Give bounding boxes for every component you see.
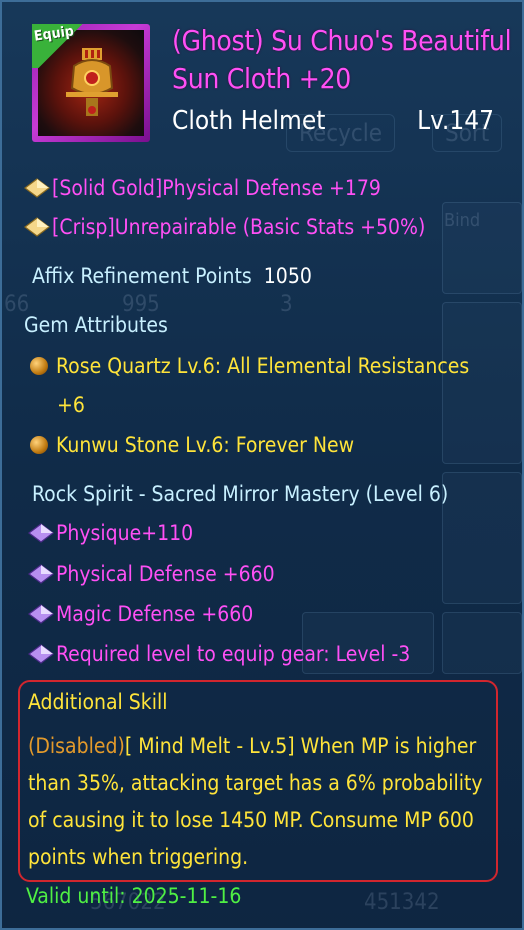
purple-diamond-icon bbox=[28, 564, 54, 584]
spirit-stat-text: Magic Defense +660 bbox=[56, 602, 254, 626]
background-count: 451342 bbox=[364, 890, 440, 915]
valid-until: Valid until: 2025-11-16 bbox=[26, 884, 242, 908]
base-stat-text: [Crisp]Unrepairable (Basic Stats +50%) bbox=[52, 215, 426, 239]
spirit-stat-text: Physique+110 bbox=[56, 521, 194, 545]
background-slot bbox=[442, 472, 522, 604]
skill-description-block: (Disabled)[ Mind Melt - Lv.5] When MP is… bbox=[28, 728, 498, 876]
spirit-stat-line: Magic Defense +660 bbox=[28, 602, 253, 626]
spirit-section-header: Rock Spirit - Sacred Mirror Mastery (Lev… bbox=[32, 482, 449, 506]
gem-text: Kunwu Stone Lv.6: Forever New bbox=[56, 433, 355, 457]
spirit-stat-line: Physique+110 bbox=[28, 521, 193, 545]
equip-badge: Equip bbox=[32, 23, 88, 68]
background-bind-label: Bind bbox=[444, 210, 481, 231]
gem-line: Kunwu Stone Lv.6: Forever New bbox=[30, 433, 354, 457]
spirit-stat-text: Physical Defense +660 bbox=[56, 562, 275, 586]
item-tooltip: Recycle Sort 995 3 66 451342 567022 Bind… bbox=[0, 0, 524, 930]
purple-diamond-icon bbox=[28, 644, 54, 664]
item-type: Cloth Helmet bbox=[172, 106, 326, 136]
gem-line: Rose Quartz Lv.6: All Elemental Resistan… bbox=[30, 354, 469, 378]
base-stat-line: [Solid Gold]Physical Defense +179 bbox=[24, 176, 381, 200]
gem-orb-icon bbox=[30, 436, 48, 454]
purple-diamond-icon bbox=[28, 604, 54, 624]
item-title: (Ghost) Su Chuo's Beautiful Sun Cloth +2… bbox=[172, 24, 512, 95]
item-icon-frame: Equip bbox=[32, 23, 150, 142]
background-count: 3 bbox=[280, 292, 293, 317]
gem-text: Rose Quartz Lv.6: All Elemental Resistan… bbox=[56, 354, 470, 378]
background-slot bbox=[442, 302, 522, 464]
spirit-stat-line: Required level to equip gear: Level -3 bbox=[28, 642, 410, 666]
gold-diamond-icon bbox=[24, 178, 50, 198]
background-slot bbox=[442, 612, 522, 674]
gold-diamond-icon bbox=[24, 217, 50, 237]
skill-header: Additional Skill bbox=[28, 690, 168, 714]
additional-skill-box: Additional Skill (Disabled)[ Mind Melt -… bbox=[18, 680, 498, 882]
gem-line-continuation: +6 bbox=[57, 393, 85, 417]
affix-value: 1050 bbox=[263, 264, 312, 288]
purple-diamond-icon bbox=[28, 523, 54, 543]
gem-orb-icon bbox=[30, 357, 48, 375]
item-level: Lv.147 bbox=[417, 106, 494, 136]
spirit-stat-line: Physical Defense +660 bbox=[28, 562, 275, 586]
base-stat-line: [Crisp]Unrepairable (Basic Stats +50%) bbox=[24, 215, 425, 239]
skill-status: (Disabled) bbox=[28, 734, 125, 758]
gem-section-header: Gem Attributes bbox=[24, 313, 168, 337]
equip-badge-label: Equip bbox=[33, 23, 75, 45]
base-stat-text: [Solid Gold]Physical Defense +179 bbox=[52, 176, 381, 200]
spirit-stat-text: Required level to equip gear: Level -3 bbox=[56, 642, 411, 666]
affix-line: Affix Refinement Points 1050 bbox=[32, 264, 312, 288]
affix-label: Affix Refinement Points bbox=[32, 264, 252, 288]
